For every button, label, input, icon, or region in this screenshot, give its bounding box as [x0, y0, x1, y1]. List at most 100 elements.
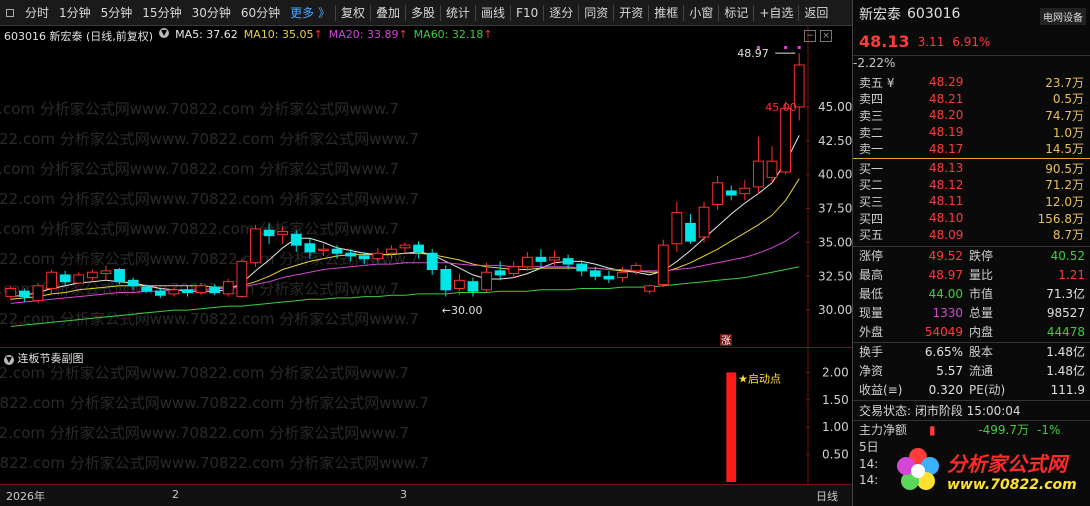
- more-periods-button[interactable]: 更多 》: [285, 0, 335, 26]
- launch-bar[interactable]: [726, 372, 737, 482]
- tool-adjust[interactable]: 复权: [336, 0, 370, 26]
- candle[interactable]: [644, 285, 656, 292]
- ask-row[interactable]: 卖一 48.17 14.5万: [853, 140, 1090, 157]
- candle[interactable]: [5, 287, 17, 298]
- candle[interactable]: [86, 271, 98, 279]
- candle[interactable]: [739, 187, 751, 195]
- candle[interactable]: [46, 271, 57, 289]
- tool-minute[interactable]: 逐分: [544, 0, 578, 26]
- ask-row[interactable]: 卖二 48.19 1.0万: [853, 124, 1090, 141]
- tool-overlay[interactable]: 叠加: [371, 0, 405, 26]
- candle[interactable]: [222, 281, 234, 295]
- candle[interactable]: [589, 270, 601, 277]
- candle[interactable]: [399, 244, 411, 249]
- ask-row[interactable]: 卖四 48.21 0.5万: [853, 91, 1090, 108]
- candle[interactable]: [712, 182, 724, 205]
- bid-row[interactable]: 买三 48.11 12.0万: [853, 193, 1090, 210]
- candle[interactable]: [725, 190, 737, 196]
- candlestick-chart[interactable]: 0822.com 分析家公式网www.70822.com 分析家公式网www.7…: [0, 26, 852, 348]
- candle[interactable]: [481, 271, 492, 291]
- bar-subchart[interactable]: 0822.com 分析家公式网www.70822.com 分析家公式网www.7…: [0, 348, 852, 484]
- candle[interactable]: [440, 269, 452, 291]
- candle[interactable]: [331, 248, 343, 254]
- candle[interactable]: [59, 274, 71, 283]
- candle[interactable]: [358, 255, 370, 260]
- candle[interactable]: [671, 212, 683, 245]
- candle[interactable]: [426, 252, 438, 270]
- bid-row[interactable]: 买二 48.12 71.2万: [853, 177, 1090, 194]
- candle[interactable]: [549, 256, 560, 261]
- bid-row[interactable]: 买四 48.10 156.8万: [853, 210, 1090, 227]
- tool-mark[interactable]: 标记: [719, 0, 753, 26]
- sector-tag[interactable]: 电网设备: [1040, 8, 1086, 25]
- candle[interactable]: [372, 252, 384, 260]
- candle[interactable]: [100, 270, 112, 275]
- tool-small-window[interactable]: 小窗: [684, 0, 718, 26]
- candle[interactable]: [467, 281, 479, 292]
- candle[interactable]: [236, 260, 248, 298]
- candle[interactable]: [508, 266, 520, 275]
- candle[interactable]: [114, 269, 125, 283]
- sub-chart[interactable]: 0822.com 分析家公式网www.70822.com 分析家公式网www.7…: [0, 348, 852, 484]
- tool-same[interactable]: 同资: [579, 0, 613, 26]
- candle[interactable]: [562, 258, 574, 265]
- candle[interactable]: [277, 231, 289, 235]
- candle[interactable]: [32, 285, 44, 302]
- minimize-icon[interactable]: −: [804, 30, 816, 42]
- period-tab-2[interactable]: 5分钟: [96, 0, 138, 26]
- toggle-icon[interactable]: ▼: [159, 28, 170, 38]
- main-chart[interactable]: 0822.com 分析家公式网www.70822.com 分析家公式网www.7…: [0, 26, 852, 348]
- candle[interactable]: [494, 270, 506, 276]
- period-tab-0[interactable]: 分时: [20, 0, 54, 26]
- candle[interactable]: [18, 290, 30, 298]
- candle[interactable]: [263, 229, 275, 237]
- tool-f10[interactable]: F10: [511, 0, 543, 26]
- candle[interactable]: [657, 244, 669, 285]
- candle[interactable]: [290, 233, 302, 246]
- tool-frame[interactable]: 推框: [649, 0, 683, 26]
- candle[interactable]: [521, 256, 533, 268]
- ask-row[interactable]: 卖三 48.20 74.7万: [853, 107, 1090, 124]
- period-tab-3[interactable]: 15分钟: [137, 0, 186, 26]
- tool-open[interactable]: 开资: [614, 0, 648, 26]
- candle[interactable]: [753, 160, 764, 188]
- candle[interactable]: [250, 228, 261, 264]
- candle[interactable]: [168, 289, 180, 295]
- candle[interactable]: [386, 248, 397, 254]
- toggle-icon[interactable]: ▼: [4, 355, 14, 365]
- bid-row[interactable]: 买一 48.13 90.5万: [853, 160, 1090, 177]
- rise-marker-icon[interactable]: 涨: [721, 335, 731, 347]
- period-tab-4[interactable]: 30分钟: [187, 0, 236, 26]
- close-icon[interactable]: ×: [820, 30, 832, 42]
- candle[interactable]: [318, 248, 329, 252]
- candle[interactable]: [73, 274, 85, 284]
- tool-draw[interactable]: 画线: [476, 0, 510, 26]
- candle[interactable]: [154, 290, 166, 296]
- candle[interactable]: [453, 279, 465, 289]
- candle[interactable]: [685, 222, 696, 242]
- candle[interactable]: [304, 243, 316, 253]
- period-tab-5[interactable]: 60分钟: [236, 0, 285, 26]
- candle[interactable]: [603, 275, 615, 280]
- candle[interactable]: [766, 160, 778, 178]
- back-button[interactable]: 返回: [799, 0, 833, 26]
- ask-row[interactable]: 卖五 ¥ 48.29 23.7万: [853, 74, 1090, 91]
- candle[interactable]: [182, 289, 193, 294]
- bid-row[interactable]: 买五 48.09 8.7万: [853, 226, 1090, 243]
- candle[interactable]: [630, 264, 642, 272]
- candle[interactable]: [195, 285, 207, 294]
- period-tab-1[interactable]: 1分钟: [54, 0, 96, 26]
- tool-stats[interactable]: 统计: [441, 0, 475, 26]
- candle[interactable]: [141, 286, 153, 292]
- candle[interactable]: [127, 279, 139, 287]
- candle[interactable]: [413, 244, 424, 253]
- candle[interactable]: [780, 107, 792, 173]
- candle[interactable]: [617, 271, 628, 279]
- tool-multi[interactable]: 多股: [406, 0, 440, 26]
- candle[interactable]: [576, 263, 588, 272]
- candle[interactable]: [535, 256, 547, 262]
- period-label[interactable]: 日线: [816, 488, 838, 504]
- add-watchlist-button[interactable]: +自选: [754, 0, 798, 26]
- candle[interactable]: [209, 286, 221, 294]
- candle[interactable]: [698, 206, 710, 238]
